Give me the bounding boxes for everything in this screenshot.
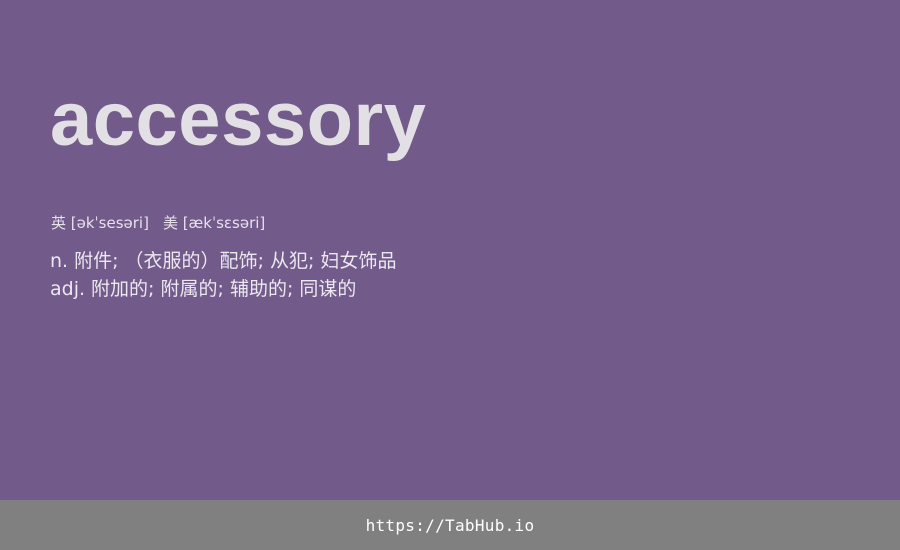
phonetics: 英 [əkˈsesəri] 美 [ækˈsɛsəri]	[51, 213, 265, 233]
definition-noun: n. 附件; （衣服的）配饰; 从犯; 妇女饰品	[50, 250, 397, 272]
definitions: n. 附件; （衣服的）配饰; 从犯; 妇女饰品 adj. 附加的; 附属的; …	[50, 247, 396, 303]
tabhub-link[interactable]: https://TabHub.io	[366, 516, 535, 535]
word-card: accessory 英 [əkˈsesəri] 美 [ækˈsɛsəri] n. …	[0, 0, 900, 500]
definition-adjective: adj. 附加的; 附属的; 辅助的; 同谋的	[50, 278, 357, 300]
us-phonetic: 美 [ækˈsɛsəri]	[162, 214, 266, 232]
uk-phonetic: 英 [əkˈsesəri]	[51, 214, 149, 232]
word-title: accessory	[50, 77, 427, 162]
footer-bar: https://TabHub.io	[0, 500, 900, 550]
